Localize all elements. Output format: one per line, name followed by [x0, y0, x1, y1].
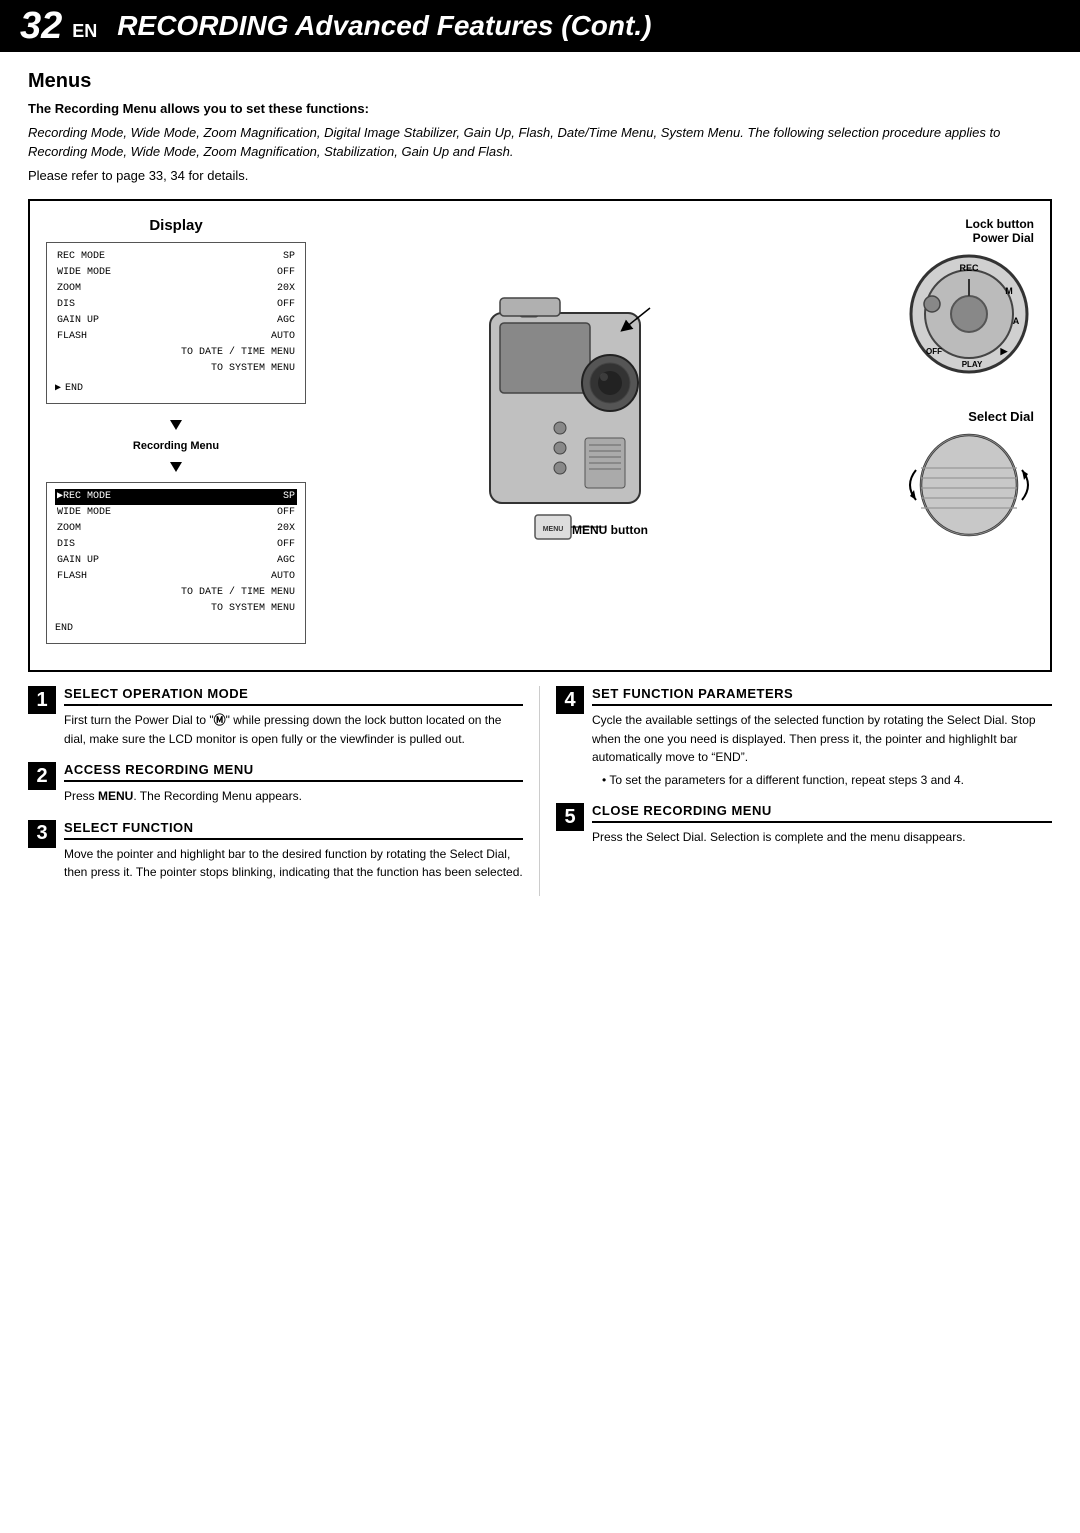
step-3-heading: SELECT FUNCTION: [64, 820, 523, 840]
menu-btn-area: MENU button: [572, 523, 648, 537]
intro-italic1: Recording Mode, Wide Mode, Zoom Magnific…: [28, 125, 740, 140]
table-row: REC MODESP: [55, 249, 297, 265]
step-5-content: CLOSE RECORDING MENU Press the Select Di…: [592, 803, 1052, 847]
step-4-bullet: • To set the parameters for a different …: [602, 771, 1052, 790]
step-5-text: Press the Select Dial. Selection is comp…: [592, 828, 1052, 847]
page-number: 32: [20, 7, 62, 45]
step-1-text: First turn the Power Dial to "Ⓜ" while p…: [64, 711, 523, 748]
step-5: 5 CLOSE RECORDING MENU Press the Select …: [556, 803, 1052, 847]
menu-screen-2: ▶REC MODE SP WIDE MODEOFF ZOOM20X DISOFF…: [46, 482, 306, 644]
table-row-highlighted: ▶REC MODE SP: [55, 489, 297, 505]
power-dial-section: Lock button Power Dial REC M A ▶ PLAY OF…: [834, 217, 1034, 379]
step-1-number: 1: [28, 686, 56, 714]
menu-screen-1: REC MODESP WIDE MODEOFF ZOOM20X DISOFF G…: [46, 242, 306, 404]
right-steps: 4 SET FUNCTION PARAMETERS Cycle the avai…: [540, 686, 1052, 896]
table-row: GAIN UPAGC: [55, 553, 297, 569]
power-dial-label: Power Dial: [965, 231, 1034, 245]
menu-table-2: ▶REC MODE SP WIDE MODEOFF ZOOM20X DISOFF…: [55, 489, 297, 617]
page-header: 32 EN RECORDING Advanced Features (Cont.…: [0, 0, 1080, 52]
table-row: ZOOM20X: [55, 521, 297, 537]
power-dial-svg: REC M A ▶ PLAY OFF: [904, 249, 1034, 379]
table-row: DISOFF: [55, 537, 297, 553]
step-4-text: Cycle the available settings of the sele…: [592, 711, 1052, 767]
refer-text: Please refer to page 33, 34 for details.: [28, 166, 1052, 186]
select-dial-svg: [904, 430, 1034, 540]
step-2-text: Press MENU. The Recording Menu appears.: [64, 787, 523, 806]
menu-button-label: MENU button: [572, 523, 648, 537]
end-label-2: END: [55, 623, 73, 634]
svg-text:A: A: [1013, 316, 1020, 326]
camera-area: MENU MENU button: [316, 217, 824, 537]
intro-text1: . The following selection procedure appl…: [740, 125, 1000, 140]
step-2-content: ACCESS RECORDING MENU Press MENU. The Re…: [64, 762, 523, 806]
down-arrow: [170, 420, 182, 430]
step-2-number: 2: [28, 762, 56, 790]
controls-panel: Lock button Power Dial REC M A ▶ PLAY OF…: [834, 217, 1034, 540]
select-dial-label: Select Dial: [968, 409, 1034, 424]
arrow-section: Recording Menu: [46, 414, 306, 478]
page-title: RECORDING Advanced Features (Cont.): [117, 10, 651, 42]
intro-italic2: Recording Mode, Wide Mode, Zoom Magnific…: [28, 144, 510, 159]
page-suffix: EN: [72, 21, 97, 42]
table-row: GAIN UPAGC: [55, 313, 297, 329]
pointer-icon: ▶: [55, 381, 61, 397]
table-row: FLASHAUTO: [55, 329, 297, 345]
svg-text:OFF: OFF: [926, 347, 942, 356]
intro-bold: The Recording Menu allows you to set the…: [28, 101, 369, 116]
step-4-content: SET FUNCTION PARAMETERS Cycle the availa…: [592, 686, 1052, 789]
left-steps: 1 SELECT OPERATION MODE First turn the P…: [28, 686, 540, 896]
end-label-1: END: [65, 381, 83, 397]
svg-text:REC: REC: [959, 263, 979, 273]
step-3-text: Move the pointer and highlight bar to th…: [64, 845, 523, 882]
step-3: 3 SELECT FUNCTION Move the pointer and h…: [28, 820, 523, 882]
table-row: WIDE MODEOFF: [55, 505, 297, 521]
step-4-number: 4: [556, 686, 584, 714]
end-row-2: END: [55, 621, 297, 637]
step-5-heading: CLOSE RECORDING MENU: [592, 803, 1052, 823]
step-3-content: SELECT FUNCTION Move the pointer and hig…: [64, 820, 523, 882]
menu-table-1: REC MODESP WIDE MODEOFF ZOOM20X DISOFF G…: [55, 249, 297, 377]
svg-text:M: M: [1005, 286, 1013, 296]
end-row-1: ▶ END: [55, 381, 297, 397]
recording-menu-label: Recording Menu: [133, 440, 219, 452]
display-label: Display: [46, 217, 306, 234]
step-1-content: SELECT OPERATION MODE First turn the Pow…: [64, 686, 523, 748]
step-2: 2 ACCESS RECORDING MENU Press MENU. The …: [28, 762, 523, 806]
svg-text:▶: ▶: [1000, 346, 1009, 356]
section-title: Menus: [28, 70, 1052, 93]
table-row: TO SYSTEM MENU: [55, 601, 297, 617]
intro-text: Recording Mode, Wide Mode, Zoom Magnific…: [28, 123, 1052, 162]
table-row: FLASHAUTO: [55, 569, 297, 585]
m-icon: Ⓜ: [214, 713, 226, 727]
table-row: TO DATE / TIME MENU: [55, 345, 297, 361]
step-1-heading: SELECT OPERATION MODE: [64, 686, 523, 706]
step-1: 1 SELECT OPERATION MODE First turn the P…: [28, 686, 523, 748]
table-row: TO SYSTEM MENU: [55, 361, 297, 377]
table-row: WIDE MODEOFF: [55, 265, 297, 281]
step-4: 4 SET FUNCTION PARAMETERS Cycle the avai…: [556, 686, 1052, 789]
step-4-heading: SET FUNCTION PARAMETERS: [592, 686, 1052, 706]
camera-illustration: MENU: [450, 253, 690, 543]
diagram-box: Display REC MODESP WIDE MODEOFF ZOOM20X …: [28, 199, 1052, 672]
lock-power-labels: Lock button Power Dial: [965, 217, 1034, 245]
table-row: ZOOM20X: [55, 281, 297, 297]
table-row: TO DATE / TIME MENU: [55, 585, 297, 601]
lock-button-label: Lock button: [965, 217, 1034, 231]
down-arrow-2: [170, 462, 182, 472]
display-panel: Display REC MODESP WIDE MODEOFF ZOOM20X …: [46, 217, 306, 654]
svg-text:MENU: MENU: [543, 526, 564, 533]
step-2-heading: ACCESS RECORDING MENU: [64, 762, 523, 782]
steps-section: 1 SELECT OPERATION MODE First turn the P…: [28, 686, 1052, 896]
step-3-number: 3: [28, 820, 56, 848]
main-content: Menus The Recording Menu allows you to s…: [0, 52, 1080, 914]
step-5-number: 5: [556, 803, 584, 831]
intro-paragraph: The Recording Menu allows you to set the…: [28, 99, 1052, 185]
table-row: DISOFF: [55, 297, 297, 313]
svg-text:PLAY: PLAY: [962, 360, 983, 369]
select-dial-section: Select Dial: [834, 409, 1034, 540]
